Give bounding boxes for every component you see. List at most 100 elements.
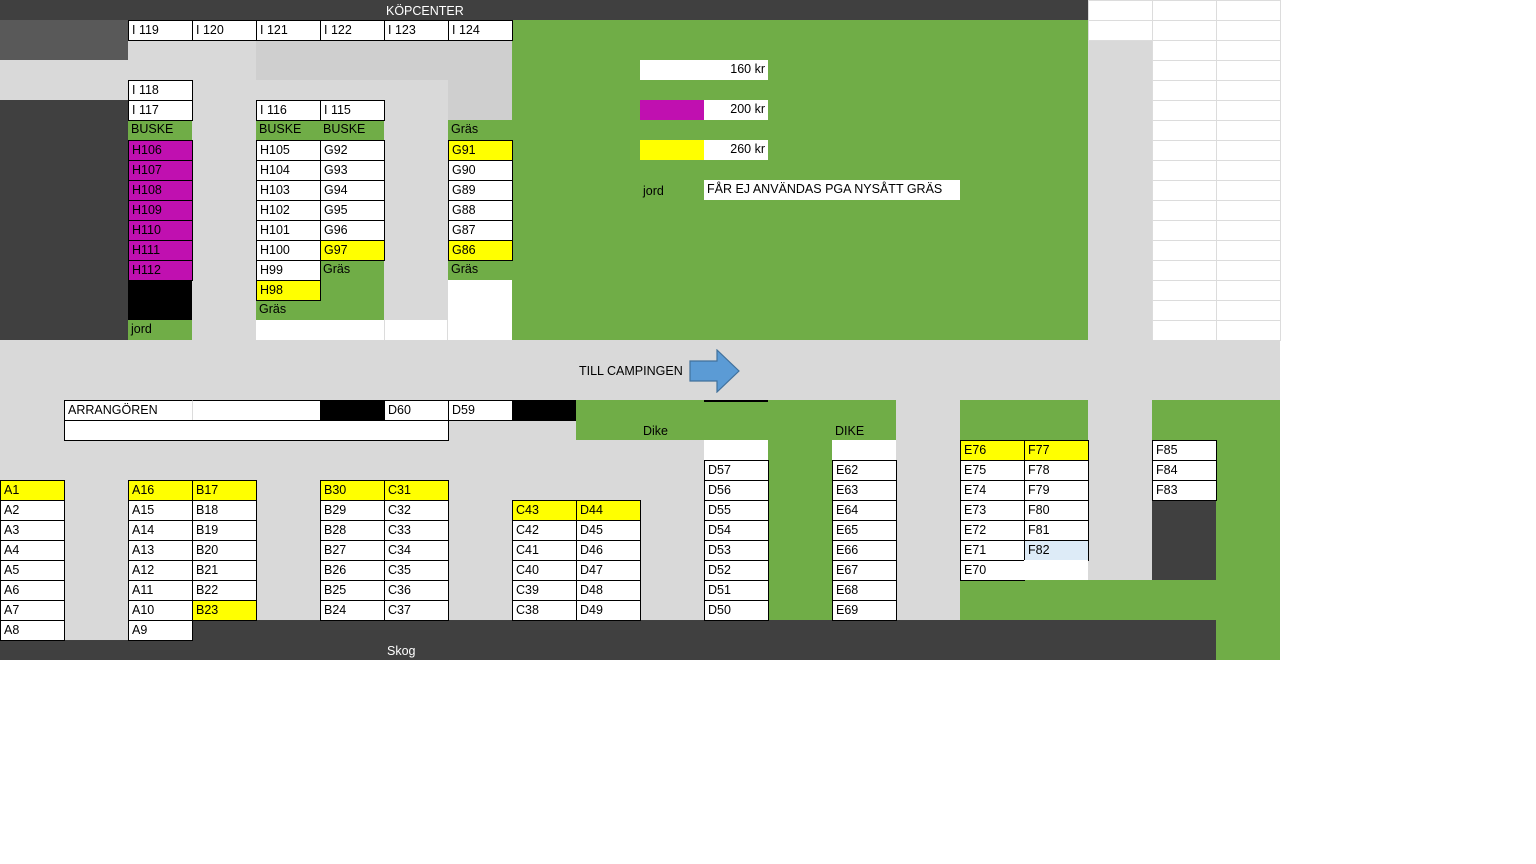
plot-d44[interactable]: D44 [576,500,641,521]
plot-e72[interactable]: E72 [960,520,1025,541]
plot-f81[interactable]: F81 [1024,520,1089,541]
plot-d54[interactable]: D54 [704,520,769,541]
plot-g97[interactable]: G97 [320,240,385,261]
plot-i-124[interactable]: I 124 [448,20,513,41]
plot-d49[interactable]: D49 [576,600,641,621]
plot-a3[interactable]: A3 [0,520,65,541]
plot-f79[interactable]: F79 [1024,480,1089,501]
plot-e71[interactable]: E71 [960,540,1025,561]
plot-h110[interactable]: H110 [128,220,193,241]
plot-c33[interactable]: C33 [384,520,449,541]
plot-e68[interactable]: E68 [832,580,897,601]
plot-g86[interactable]: G86 [448,240,513,261]
plot-c32[interactable]: C32 [384,500,449,521]
plot-h107[interactable]: H107 [128,160,193,181]
plot-a16[interactable]: A16 [128,480,193,501]
plot-i-120[interactable]: I 120 [192,20,257,41]
plot-g89[interactable]: G89 [448,180,513,201]
plot-h105[interactable]: H105 [256,140,321,161]
plot-g88[interactable]: G88 [448,200,513,221]
plot-c31[interactable]: C31 [384,480,449,501]
plot-d57[interactable]: D57 [704,460,769,481]
plot-i-119[interactable]: I 119 [128,20,193,41]
plot-b22[interactable]: B22 [192,580,257,601]
plot-c37[interactable]: C37 [384,600,449,621]
plot-b24[interactable]: B24 [320,600,385,621]
plot-g91[interactable]: G91 [448,140,513,161]
plot-e65[interactable]: E65 [832,520,897,541]
plot-d51[interactable]: D51 [704,580,769,601]
plot-a10[interactable]: A10 [128,600,193,621]
plot-d53[interactable]: D53 [704,540,769,561]
plot-h103[interactable]: H103 [256,180,321,201]
plot-h99[interactable]: H99 [256,260,321,281]
plot-a14[interactable]: A14 [128,520,193,541]
plot-g96[interactable]: G96 [320,220,385,241]
plot-i-118[interactable]: I 118 [128,80,193,101]
plot-e62[interactable]: E62 [832,460,897,481]
plot-e69[interactable]: E69 [832,600,897,621]
plot-b20[interactable]: B20 [192,540,257,561]
plot-e67[interactable]: E67 [832,560,897,581]
plot-f78[interactable]: F78 [1024,460,1089,481]
plot-f84[interactable]: F84 [1152,460,1217,481]
plot-c39[interactable]: C39 [512,580,577,601]
plot-b21[interactable]: B21 [192,560,257,581]
plot-e66[interactable]: E66 [832,540,897,561]
plot-d46[interactable]: D46 [576,540,641,561]
plot-i-121[interactable]: I 121 [256,20,321,41]
plot-e73[interactable]: E73 [960,500,1025,521]
plot-h112[interactable]: H112 [128,260,193,281]
plot-a11[interactable]: A11 [128,580,193,601]
plot-i-123[interactable]: I 123 [384,20,449,41]
plot-b25[interactable]: B25 [320,580,385,601]
plot-c36[interactable]: C36 [384,580,449,601]
plot-e75[interactable]: E75 [960,460,1025,481]
plot-b23[interactable]: B23 [192,600,257,621]
plot-a6[interactable]: A6 [0,580,65,601]
plot-h104[interactable]: H104 [256,160,321,181]
plot-a5[interactable]: A5 [0,560,65,581]
plot-a9[interactable]: A9 [128,620,193,641]
plot-c38[interactable]: C38 [512,600,577,621]
plot-h101[interactable]: H101 [256,220,321,241]
plot-e63[interactable]: E63 [832,480,897,501]
plot-d55[interactable]: D55 [704,500,769,521]
plot-a2[interactable]: A2 [0,500,65,521]
plot-a8[interactable]: A8 [0,620,65,641]
plot-d50[interactable]: D50 [704,600,769,621]
plot-f85[interactable]: F85 [1152,440,1217,461]
plot-f82[interactable]: F82 [1024,540,1089,561]
plot-f83[interactable]: F83 [1152,480,1217,501]
plot-c40[interactable]: C40 [512,560,577,581]
plot-b26[interactable]: B26 [320,560,385,581]
plot-b27[interactable]: B27 [320,540,385,561]
plot-d47[interactable]: D47 [576,560,641,581]
plot-i-117[interactable]: I 117 [128,100,193,121]
plot-b28[interactable]: B28 [320,520,385,541]
plot-c41[interactable]: C41 [512,540,577,561]
plot-a4[interactable]: A4 [0,540,65,561]
plot-g87[interactable]: G87 [448,220,513,241]
plot-b29[interactable]: B29 [320,500,385,521]
plot-h109[interactable]: H109 [128,200,193,221]
plot-d56[interactable]: D56 [704,480,769,501]
plot-c42[interactable]: C42 [512,520,577,541]
plot-i-116[interactable]: I 116 [256,100,321,121]
plot-i-122[interactable]: I 122 [320,20,385,41]
plot-e76[interactable]: E76 [960,440,1025,461]
plot-f80[interactable]: F80 [1024,500,1089,521]
plot-a1[interactable]: A1 [0,480,65,501]
plot-h106[interactable]: H106 [128,140,193,161]
plot-d52[interactable]: D52 [704,560,769,581]
plot-h100[interactable]: H100 [256,240,321,261]
plot-h98[interactable]: H98 [256,280,321,301]
plot-g90[interactable]: G90 [448,160,513,181]
plot-h102[interactable]: H102 [256,200,321,221]
plot-a13[interactable]: A13 [128,540,193,561]
plot-a12[interactable]: A12 [128,560,193,581]
plot-f77[interactable]: F77 [1024,440,1089,461]
plot-d59[interactable]: D59 [448,400,513,421]
plot-d48[interactable]: D48 [576,580,641,601]
plot-b18[interactable]: B18 [192,500,257,521]
